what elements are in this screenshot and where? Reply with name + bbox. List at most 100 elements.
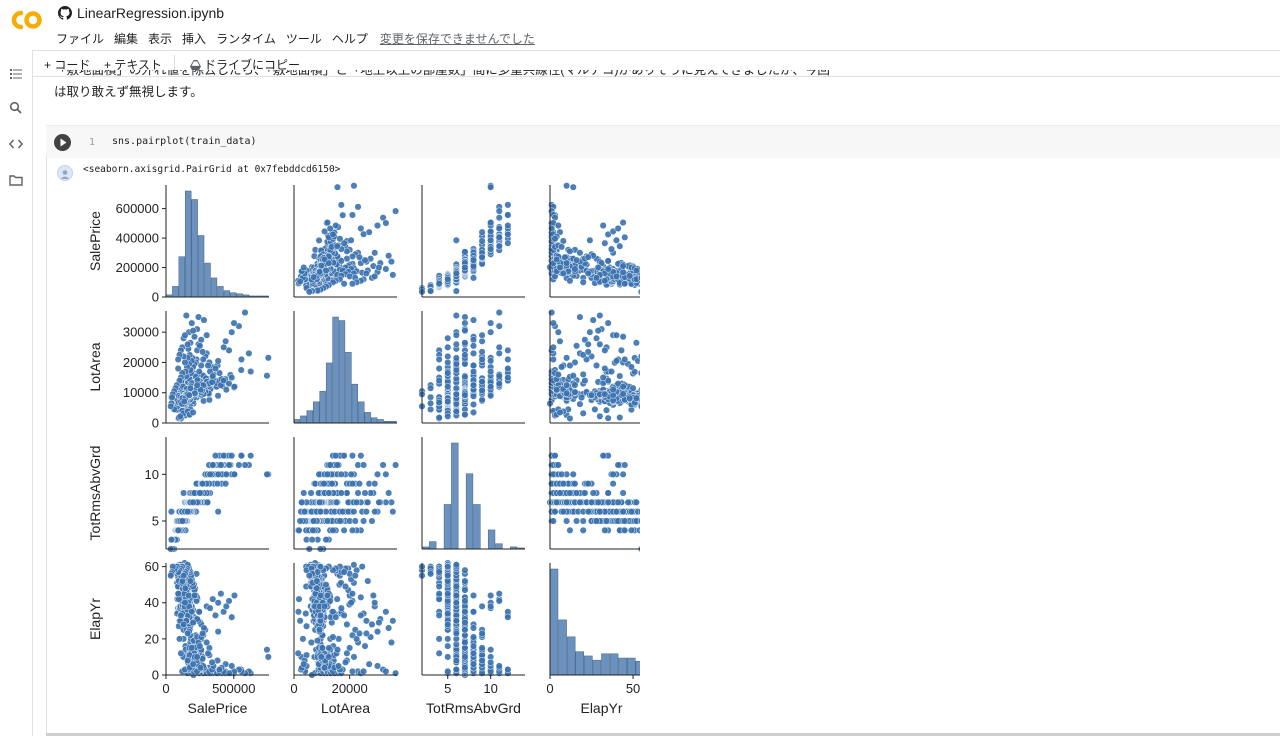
y-tick-label: 10000 [123,385,159,400]
scatter-point [616,243,623,250]
scatter-point [436,399,443,406]
histogram-bar [474,504,481,549]
scatter-point [349,452,356,459]
y-axis-label: SalePrice [87,211,103,271]
scatter-point [325,490,332,497]
scatter-point [628,527,635,534]
y-axis-label: LotArea [87,342,103,391]
scatter-point [605,415,612,422]
scatter-point [310,274,317,281]
y-tick-label: 200000 [116,260,159,275]
scatter-point [470,362,477,369]
scatter-point [349,212,356,219]
scatter-point [453,391,460,398]
scatter-point [593,275,600,282]
menu-runtime[interactable]: ランタイム [216,30,276,47]
scatter-point [444,276,451,283]
scatter-point [462,339,469,346]
markdown-cell[interactable]: 「敷地面積」の外れ値を除去したら、「敷地面積」と「地上以上の部屋数」間に多重共線… [54,70,854,103]
scatter-point [613,273,620,280]
scatter-point [560,480,567,487]
scatter-point [383,266,390,273]
line-number: 1 [89,137,95,148]
scatter-point [487,246,494,253]
histogram-bar [326,363,332,423]
scatter-point [505,347,512,354]
toc-icon[interactable] [8,66,24,82]
scatter-point [444,335,451,342]
github-icon [58,6,72,20]
scatter-point [264,372,271,379]
scatter-point [479,254,486,261]
scatter-point [209,373,216,380]
code-editor[interactable]: 1 sns.pairplot(train_data) [46,125,1280,158]
save-status-link[interactable]: 変更を保存できませんでした [380,30,535,47]
scatter-point [555,462,562,469]
scatter-point [487,320,494,327]
scatter-point [580,410,587,417]
scatter-point [585,270,592,277]
scatter-point [324,471,331,478]
scatter-point [633,339,640,346]
scatter-point [205,362,212,369]
scatter-point [264,471,271,478]
scatter-point [184,341,191,348]
scatter-point [362,490,369,497]
scatter-point [567,362,574,369]
scatter-point [620,263,627,270]
scatter-point [191,333,198,340]
scatter-point [247,452,254,459]
scatter-point [553,256,560,263]
scatter-point [470,336,477,343]
scatter-point [620,471,627,478]
code-text[interactable]: sns.pairplot(train_data) [112,136,257,147]
menu-help[interactable]: ヘルプ [332,30,368,47]
scatter-point [427,385,434,392]
scatter-point [603,518,610,525]
folder-icon[interactable] [8,172,24,188]
scatter-point [317,508,324,515]
histogram-bar [466,474,473,549]
scatter-point [310,527,317,534]
scatter-point [605,266,612,273]
scatter-point [196,368,203,375]
notebook-title[interactable]: LinearRegression.ipynb [58,5,224,21]
menu-view[interactable]: 表示 [148,30,172,47]
histogram-bar [300,416,306,423]
menubar: ファイル 編集 表示 挿入 ランタイム ツール ヘルプ 変更を保存できませんでし… [56,30,535,47]
scatter-point [563,260,570,267]
scatter-point [352,518,359,525]
scatter-point [355,204,362,211]
scatter-point [628,508,635,515]
y-axis-label: TotRmsAbvGrd [87,446,103,541]
code-snippets-icon[interactable] [8,136,24,152]
scatter-point [296,527,303,534]
pairplot-figure: 0200000400000600000SalePrice010000200003… [80,180,640,725]
histogram-bar [218,286,224,297]
histogram-bar [294,419,300,423]
scatter-point [462,320,469,327]
scatter-point [187,385,194,392]
run-cell-button[interactable] [54,134,71,151]
scatter-point [297,278,304,285]
colab-logo-icon[interactable] [10,8,44,32]
scatter-point [247,368,254,375]
scatter-point [206,397,213,404]
menu-edit[interactable]: 編集 [114,30,138,47]
scatter-point [555,329,562,336]
scatter-point [620,490,627,497]
scatter-point [505,374,512,381]
scatter-point [550,518,557,525]
scatter-point [496,344,503,351]
menu-insert[interactable]: 挿入 [182,30,206,47]
scatter-point [436,365,443,372]
menu-tools[interactable]: ツール [286,30,322,47]
menu-file[interactable]: ファイル [56,30,104,47]
scatter-point [231,320,238,327]
scatter-point [580,527,587,534]
output-icon[interactable] [57,165,73,181]
search-icon[interactable] [8,100,24,116]
scatter-point [602,240,609,247]
scatter-point [199,349,206,356]
scatter-point [580,279,587,286]
